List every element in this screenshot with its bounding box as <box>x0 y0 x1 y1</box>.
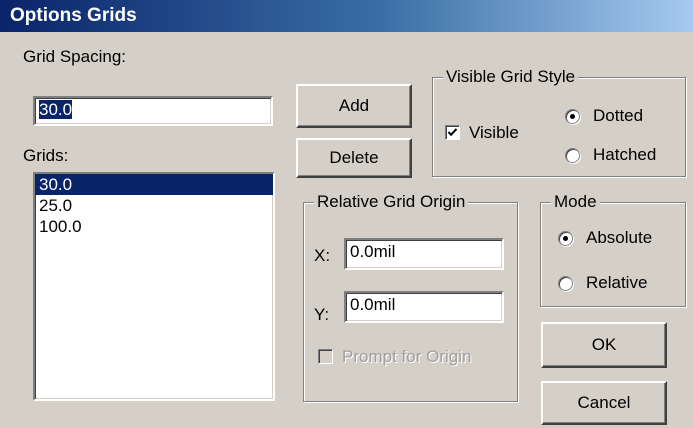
origin-x-input[interactable]: 0.0mil <box>344 238 504 270</box>
grids-listbox[interactable]: 30.0 25.0 100.0 <box>33 172 275 401</box>
window-title: Options Grids <box>10 5 137 26</box>
grids-list-item[interactable]: 30.0 <box>35 174 273 195</box>
visible-checkbox[interactable] <box>445 125 460 140</box>
grids-label: Grids: <box>23 146 69 165</box>
relative-label: Relative <box>586 273 648 292</box>
grid-spacing-label: Grid Spacing: <box>23 47 126 66</box>
cancel-button[interactable]: Cancel <box>541 381 667 425</box>
absolute-radio[interactable] <box>558 231 573 246</box>
mode-title: Mode <box>551 192 600 212</box>
prompt-for-origin-label: Prompt for Origin <box>342 347 472 366</box>
radio-selected-dot <box>570 114 575 119</box>
grid-spacing-input[interactable]: 30.0 <box>33 96 273 126</box>
add-button[interactable]: Add <box>296 84 412 128</box>
grids-list-item[interactable]: 100.0 <box>35 216 273 237</box>
visible-label: Visible <box>469 123 519 142</box>
hatched-label: Hatched <box>593 145 657 164</box>
checkmark-icon <box>447 128 458 137</box>
origin-y-input[interactable]: 0.0mil <box>344 291 504 323</box>
delete-button[interactable]: Delete <box>296 138 412 178</box>
ok-button[interactable]: OK <box>541 322 667 368</box>
grid-spacing-value: 30.0 <box>39 100 73 119</box>
prompt-for-origin-checkbox[interactable] <box>318 349 333 364</box>
x-label: X: <box>314 246 331 265</box>
y-label: Y: <box>314 305 330 324</box>
dotted-radio[interactable] <box>565 109 580 124</box>
relative-grid-origin-title: Relative Grid Origin <box>314 192 469 212</box>
hatched-radio[interactable] <box>565 148 580 163</box>
options-grids-dialog: Options Grids Grid Spacing: 30.0 Grids: … <box>0 0 693 428</box>
dotted-label: Dotted <box>593 106 644 125</box>
relative-radio[interactable] <box>558 276 573 291</box>
grids-list-item[interactable]: 25.0 <box>35 195 273 216</box>
radio-selected-dot <box>563 236 568 241</box>
absolute-label: Absolute <box>586 228 653 247</box>
visible-grid-style-title: Visible Grid Style <box>443 67 579 87</box>
title-bar[interactable]: Options Grids <box>0 0 693 32</box>
